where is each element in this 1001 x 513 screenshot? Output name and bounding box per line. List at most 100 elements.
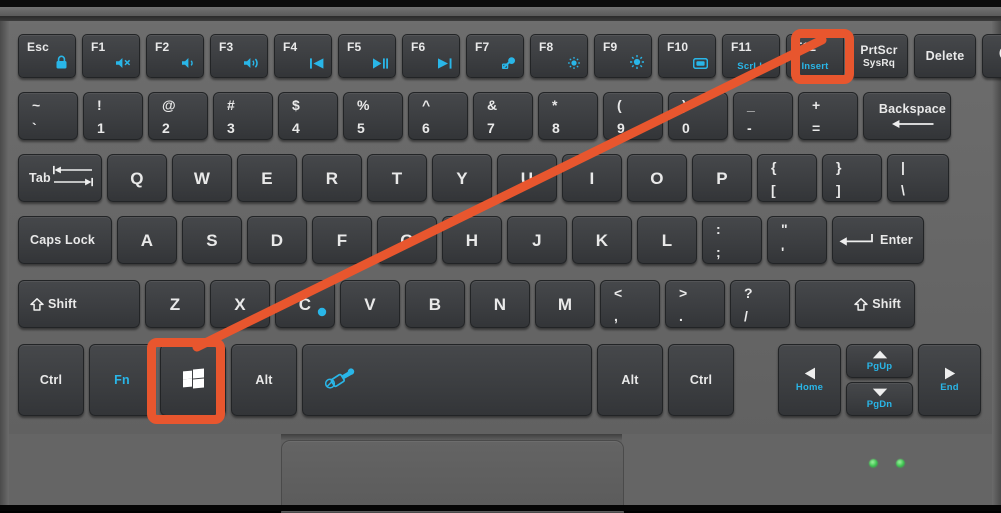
key-q[interactable]: Q <box>107 154 167 202</box>
key-f[interactable]: F <box>312 216 372 264</box>
key-sym12[interactable]: + = <box>798 92 858 140</box>
wireless-icon <box>501 57 516 71</box>
touchpad[interactable] <box>281 440 624 513</box>
key-t[interactable]: T <box>367 154 427 202</box>
key-i[interactable]: I <box>562 154 622 202</box>
key-c[interactable]: C <box>275 280 335 328</box>
key-f3[interactable]: F3 <box>210 34 268 78</box>
key-d[interactable]: D <box>247 216 307 264</box>
key-6[interactable]: ^ 6 <box>408 92 468 140</box>
key-ctrl[interactable]: Ctrl <box>668 344 734 416</box>
key-shifted-label: ? <box>744 284 753 301</box>
key-label: S <box>206 230 218 250</box>
key-space[interactable] <box>302 344 592 416</box>
key-v[interactable]: V <box>340 280 400 328</box>
key-alt[interactable]: Alt <box>597 344 663 416</box>
key-arrow-right[interactable]: End <box>918 344 981 416</box>
key-x[interactable]: X <box>210 280 270 328</box>
key-f5[interactable]: F5 <box>338 34 396 78</box>
key-fn[interactable]: Fn <box>89 344 155 416</box>
key-0[interactable]: ) 0 <box>668 92 728 140</box>
key-f7[interactable]: F7 <box>466 34 524 78</box>
key-5[interactable]: % 5 <box>343 92 403 140</box>
key-b[interactable]: B <box>405 280 465 328</box>
key-label: 6 <box>422 119 430 136</box>
key-s[interactable]: S <box>182 216 242 264</box>
key-f12[interactable]: F12 Insert <box>786 34 844 78</box>
key-prtscr[interactable]: PrtScr SysRq <box>850 34 908 78</box>
key-2[interactable]: @2 <box>148 92 208 140</box>
key-shift[interactable]: Shift <box>18 280 140 328</box>
arrow-left-icon <box>804 367 816 380</box>
key-n[interactable]: N <box>470 280 530 328</box>
key-p[interactable]: P <box>692 154 752 202</box>
key-arrow-down[interactable]: PgDn <box>846 382 913 416</box>
key-windows[interactable] <box>160 344 226 416</box>
key-sym8[interactable]: <, <box>600 280 660 328</box>
key-l[interactable]: L <box>637 216 697 264</box>
key-sym0[interactable]: ~ ` <box>18 92 78 140</box>
key-power[interactable] <box>982 34 1001 78</box>
key-8[interactable]: * 8 <box>538 92 598 140</box>
key-h[interactable]: H <box>442 216 502 264</box>
key-u[interactable]: U <box>497 154 557 202</box>
key-alt[interactable]: Alt <box>231 344 297 416</box>
key-f8[interactable]: F8 <box>530 34 588 78</box>
key-label: H <box>465 230 479 250</box>
key-shifted-label: ( <box>617 96 622 113</box>
key-backspace[interactable]: Backspace <box>863 92 951 140</box>
key-w[interactable]: W <box>172 154 232 202</box>
key-o[interactable]: O <box>627 154 687 202</box>
key-k[interactable]: K <box>572 216 632 264</box>
key-1[interactable]: ! 1 <box>83 92 143 140</box>
key-f9[interactable]: F9 <box>594 34 652 78</box>
key-sym11[interactable]: _ - <box>733 92 793 140</box>
enter-arrow-icon <box>839 233 873 247</box>
key-label: F6 <box>411 40 426 54</box>
key-z[interactable]: Z <box>145 280 205 328</box>
key-sym10[interactable]: ? / <box>730 280 790 328</box>
key-f10[interactable]: F10 <box>658 34 716 78</box>
key-4[interactable]: $4 <box>278 92 338 140</box>
key-sym12[interactable]: }] <box>822 154 882 202</box>
touchpad-toggle-icon <box>324 366 355 394</box>
key-3[interactable]: #3 <box>213 92 273 140</box>
key-enter[interactable]: Enter <box>832 216 924 264</box>
key-esc[interactable]: Esc <box>18 34 76 78</box>
home-key-row: Caps Lock A S D F G H J K L:; " ' Enter <box>18 216 924 264</box>
key-j[interactable]: J <box>507 216 567 264</box>
key-9[interactable]: (9 <box>603 92 663 140</box>
key-shift[interactable]: Shift <box>795 280 915 328</box>
key-delete[interactable]: Delete <box>914 34 976 78</box>
key-f1[interactable]: F1 <box>82 34 140 78</box>
key-label: 8 <box>552 119 560 136</box>
key-f4[interactable]: F4 <box>274 34 332 78</box>
key-sym11[interactable]: {[ <box>757 154 817 202</box>
key-arrow-up[interactable]: PgUp <box>846 344 913 378</box>
volume-mute-icon <box>116 57 132 71</box>
key-f6[interactable]: F6 <box>402 34 460 78</box>
key-f11[interactable]: F11 ScrLk <box>722 34 780 78</box>
key-tab[interactable]: Tab <box>18 154 102 202</box>
volume-up-icon <box>244 57 260 71</box>
key-capslock[interactable]: Caps Lock <box>18 216 112 264</box>
key-ctrl[interactable]: Ctrl <box>18 344 84 416</box>
key-a[interactable]: A <box>117 216 177 264</box>
key-label: 9 <box>617 119 625 136</box>
key-7[interactable]: & 7 <box>473 92 533 140</box>
arrow-right-icon <box>944 367 956 380</box>
key-sym10[interactable]: :; <box>702 216 762 264</box>
key-arrow-left[interactable]: Home <box>778 344 841 416</box>
key-label: 0 <box>682 119 690 136</box>
key-f2[interactable]: F2 <box>146 34 204 78</box>
key-g[interactable]: G <box>377 216 437 264</box>
key-sym13[interactable]: | \ <box>887 154 949 202</box>
key-sym9[interactable]: >. <box>665 280 725 328</box>
key-label: F5 <box>347 40 362 54</box>
key-sym11[interactable]: " ' <box>767 216 827 264</box>
key-r[interactable]: R <box>302 154 362 202</box>
key-sublabel: SysRq <box>862 57 896 69</box>
key-y[interactable]: Y <box>432 154 492 202</box>
key-e[interactable]: E <box>237 154 297 202</box>
key-m[interactable]: M <box>535 280 595 328</box>
